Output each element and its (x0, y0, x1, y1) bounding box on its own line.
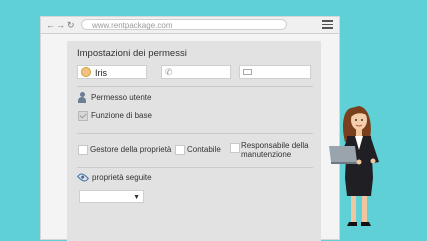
divider (77, 86, 313, 87)
chevron-down-icon: ▼ (133, 194, 140, 201)
divider (77, 133, 313, 134)
woman-with-laptop-illustration (329, 106, 379, 226)
followed-properties-dropdown[interactable]: ▼ (79, 190, 144, 203)
property-manager-label: Gestore della proprietà (90, 145, 172, 154)
accountant-checkbox[interactable] (175, 145, 185, 155)
maintenance-manager-label: Responsabile della manutenzione (241, 141, 309, 159)
permissions-panel: Impostazioni dei permessi Iris ✆ Permess… (67, 41, 321, 241)
avatar-icon (81, 67, 91, 77)
page-title: Impostazioni dei permessi (77, 48, 187, 59)
user-icon (78, 92, 86, 103)
maintenance-manager-checkbox[interactable] (230, 143, 240, 153)
divider (77, 167, 313, 168)
forward-arrow-icon[interactable]: → (56, 19, 65, 31)
base-function-checkbox[interactable] (78, 111, 88, 121)
name-field-value: Iris (95, 68, 107, 78)
address-bar[interactable]: www.rentpackage.com (81, 19, 287, 30)
mail-icon (243, 69, 252, 75)
followed-properties-label: proprietà seguite (92, 173, 152, 182)
browser-window: ← → ↻ www.rentpackage.com Impostazioni d… (40, 16, 340, 241)
eye-icon (76, 171, 90, 184)
name-field[interactable]: Iris (77, 65, 147, 79)
phone-icon: ✆ (165, 67, 173, 77)
phone-field[interactable]: ✆ (161, 65, 231, 79)
reload-icon[interactable]: ↻ (67, 19, 75, 31)
accountant-label: Contabile (187, 145, 221, 154)
hamburger-menu-icon[interactable] (322, 20, 333, 29)
property-manager-checkbox[interactable] (78, 145, 88, 155)
email-field[interactable] (239, 65, 311, 79)
browser-toolbar: ← → ↻ www.rentpackage.com (41, 17, 339, 34)
base-function-label: Funzione di base (91, 111, 152, 120)
back-arrow-icon[interactable]: ← (46, 19, 55, 31)
user-permission-label: Permesso utente (91, 93, 152, 102)
